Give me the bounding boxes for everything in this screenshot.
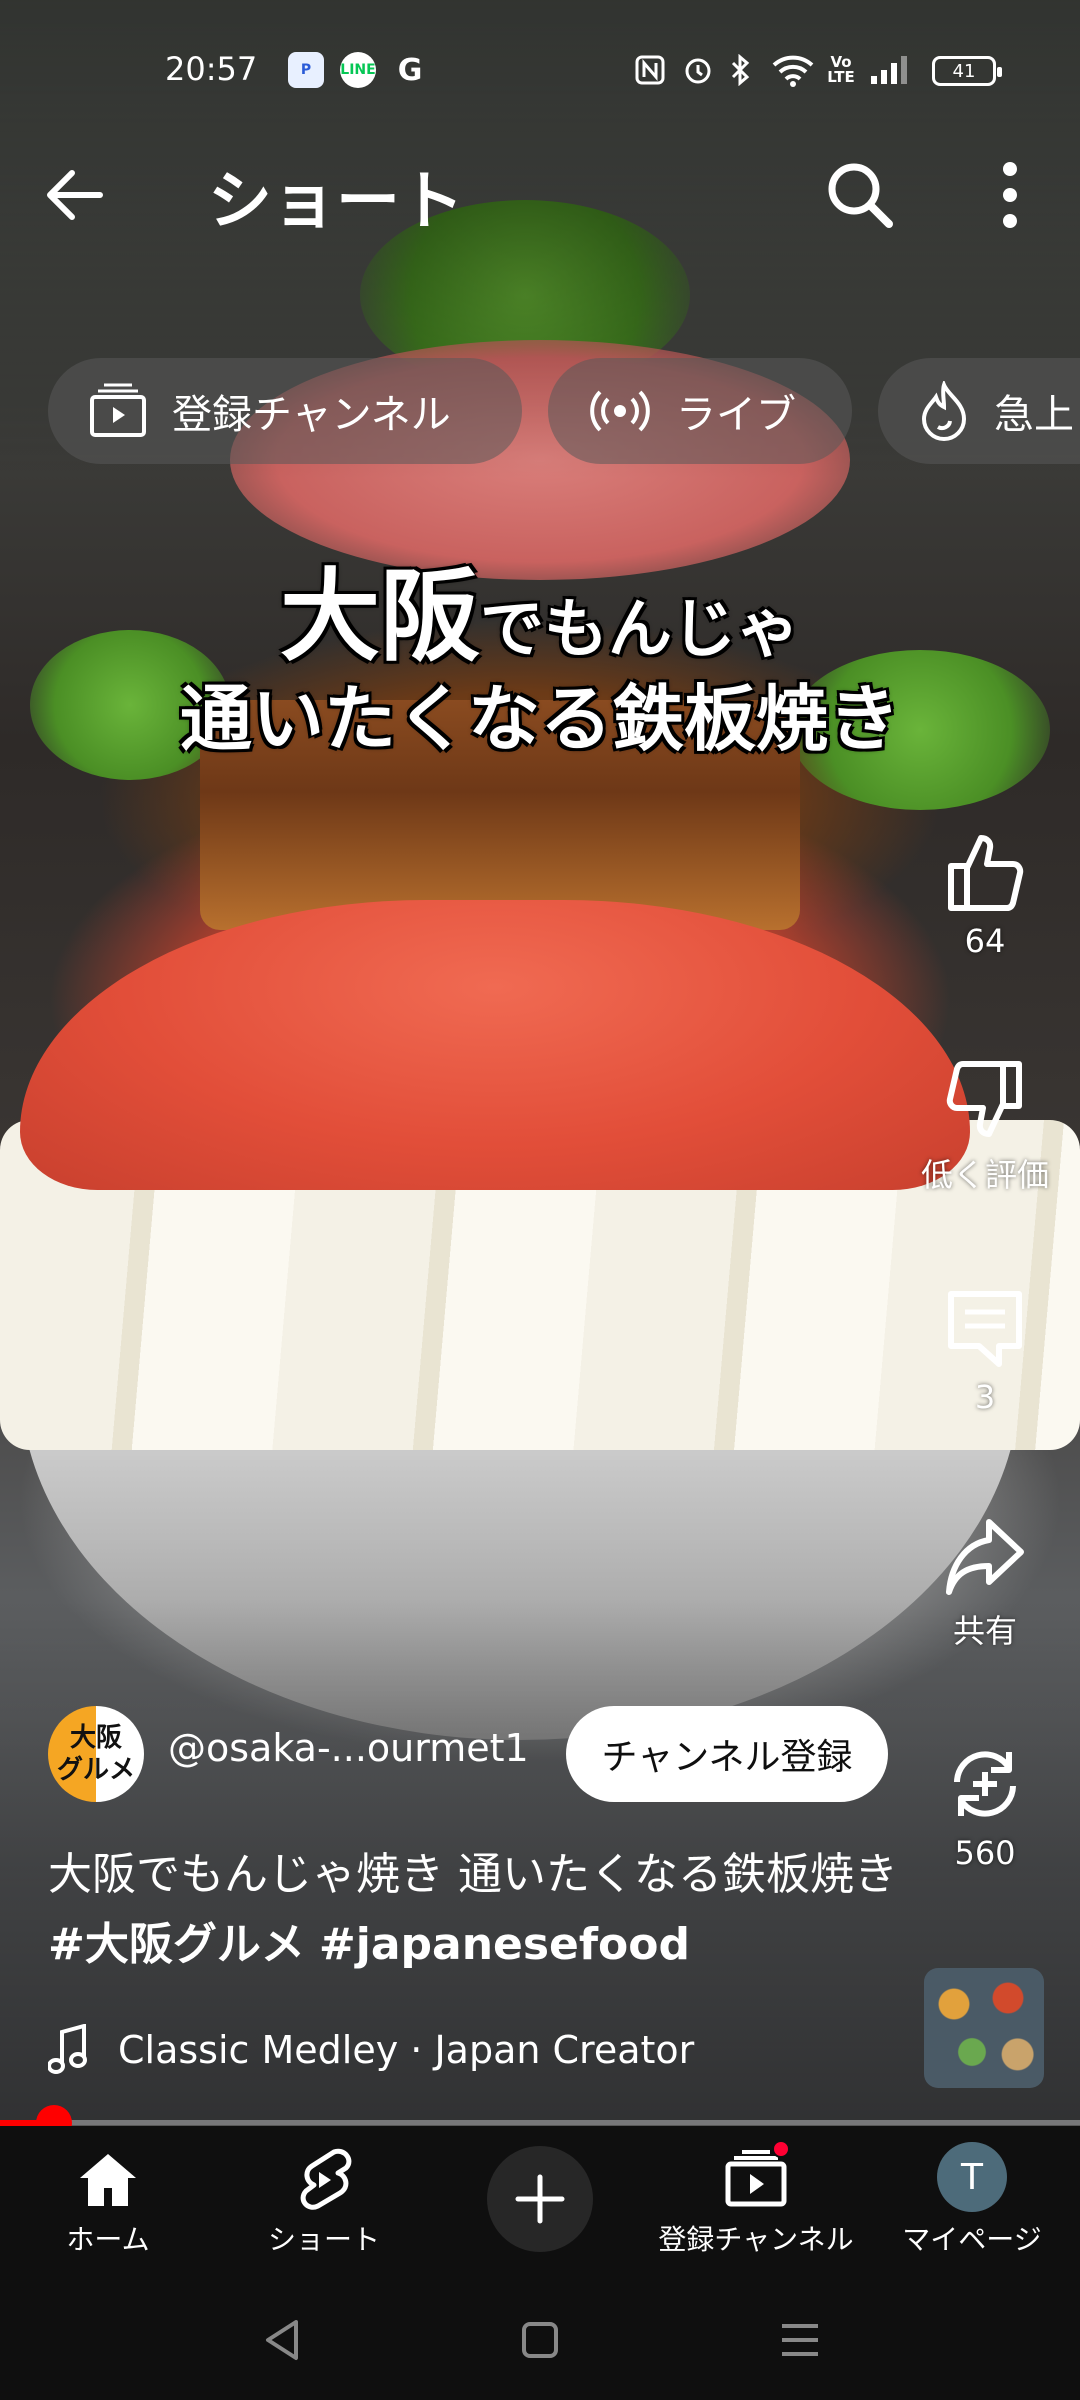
avatar-text-line2: グルメ	[56, 1755, 135, 1785]
avatar-text-line1: 大阪	[69, 1723, 122, 1753]
thumb-down-icon	[946, 1061, 1022, 1137]
signal-icon	[868, 52, 914, 88]
bottom-navigation: ホーム ショート 登録チャンネル T マイページ	[0, 2126, 1080, 2280]
chip-subscriptions[interactable]: 登録チャンネル	[48, 358, 522, 464]
music-label: Classic Medley · Japan Creator	[118, 2028, 695, 2072]
nav-shorts[interactable]: ショート	[216, 2126, 432, 2280]
home-icon	[80, 2154, 136, 2206]
video-caption-line2: 通いたくなる鉄板焼き	[179, 676, 900, 761]
triangle-back-icon	[266, 2320, 298, 2360]
live-icon	[590, 390, 650, 432]
arrow-back-icon	[47, 170, 103, 220]
channel-handle[interactable]: @osaka-...ourmet1	[168, 1726, 529, 1770]
user-avatar: T	[937, 2142, 1007, 2212]
battery-indicator: 41	[932, 56, 1002, 86]
chip-label: 急上	[994, 392, 1074, 438]
square-home-icon	[522, 2322, 558, 2358]
nav-label: ホーム	[66, 2223, 150, 2256]
remix-button[interactable]: 560	[915, 1742, 1055, 1872]
system-home-button[interactable]	[500, 2310, 580, 2370]
dislike-label: 低く評価	[920, 1156, 1049, 1194]
music-row[interactable]: Classic Medley · Japan Creator	[48, 2020, 908, 2080]
search-button[interactable]	[820, 155, 910, 235]
dislike-button[interactable]: 低く評価	[915, 1058, 1055, 1196]
alarm-icon	[680, 52, 716, 88]
remix-count: 560	[954, 1834, 1016, 1872]
create-button[interactable]	[487, 2146, 593, 2252]
description-tag[interactable]: #japanesefood	[319, 1919, 690, 1970]
nav-subscriptions[interactable]: 登録チャンネル	[648, 2126, 864, 2280]
sound-thumbnail[interactable]	[924, 1968, 1044, 2088]
status-bar: 20:57 P LINE G Vo LTE 41	[0, 40, 1080, 104]
line-icon: LINE	[340, 52, 376, 88]
volte-icon: Vo LTE	[827, 53, 855, 86]
like-button[interactable]: 64	[915, 830, 1055, 960]
system-navigation-bar	[0, 2280, 1080, 2400]
chip-trending[interactable]: 急上	[878, 358, 1080, 464]
subscriptions-icon	[90, 383, 146, 437]
system-recents-button[interactable]	[760, 2310, 840, 2370]
nav-label: マイページ	[902, 2223, 1042, 2256]
nav-me[interactable]: T マイページ	[864, 2126, 1080, 2280]
filter-chips: 登録チャンネル ライブ 急上	[48, 358, 1080, 468]
description-tag[interactable]: #大阪グルメ	[48, 1919, 305, 1970]
video-caption-line1: 大阪でもんじゃ	[0, 535, 1080, 680]
chip-live[interactable]: ライブ	[548, 358, 852, 464]
like-count: 64	[964, 922, 1006, 960]
share-icon	[946, 1519, 1024, 1595]
paypay-app-icon: P	[288, 52, 324, 88]
status-time: 20:57	[165, 50, 258, 88]
video-description[interactable]: 大阪でもんじゃ焼き 通いたくなる鉄板焼き #大阪グルメ #japanesefoo…	[48, 1840, 908, 1980]
share-label: 共有	[952, 1612, 1017, 1650]
comment-count: 3	[974, 1378, 996, 1416]
nfc-icon	[632, 52, 668, 88]
subscribe-button[interactable]: チャンネル登録	[566, 1706, 888, 1802]
page-title: ショート	[208, 165, 464, 239]
channel-avatar[interactable]: 大阪 グルメ	[48, 1706, 144, 1802]
shorts-header: ショート	[0, 140, 1080, 250]
chip-label: 登録チャンネル	[172, 392, 451, 438]
channel-row: 大阪 グルメ @osaka-...ourmet1 チャンネル登録	[48, 1706, 908, 1802]
plus-icon	[515, 2174, 565, 2224]
comment-icon	[948, 1291, 1022, 1367]
comments-button[interactable]: 3	[915, 1286, 1055, 1416]
thumb-up-icon	[948, 835, 1024, 911]
chip-label: ライブ	[676, 392, 796, 438]
shorts-icon	[300, 2148, 352, 2210]
description-text: 大阪でもんじゃ焼き 通いたくなる鉄板焼き	[48, 1849, 898, 1900]
nav-label: 登録チャンネル	[658, 2223, 854, 2256]
nav-home[interactable]: ホーム	[0, 2126, 216, 2280]
menu-recents-icon	[782, 2324, 818, 2356]
more-vert-icon	[1003, 162, 1017, 228]
system-back-button[interactable]	[242, 2310, 322, 2370]
video-content	[20, 900, 970, 1190]
music-note-icon	[48, 2024, 87, 2074]
wifi-icon	[770, 52, 816, 88]
back-button[interactable]	[40, 160, 130, 230]
share-button[interactable]: 共有	[915, 1514, 1055, 1652]
more-options-button[interactable]	[975, 155, 1045, 235]
search-icon	[828, 163, 893, 228]
video-caption-big: 大阪	[280, 557, 480, 675]
remix-icon	[954, 1751, 1016, 1817]
video-caption-rest: でもんじゃ	[480, 592, 800, 667]
bluetooth-icon	[726, 52, 756, 88]
nav-label: ショート	[267, 2223, 380, 2256]
trending-icon	[921, 381, 967, 441]
google-icon: G	[397, 52, 423, 88]
new-content-badge	[772, 2140, 790, 2158]
